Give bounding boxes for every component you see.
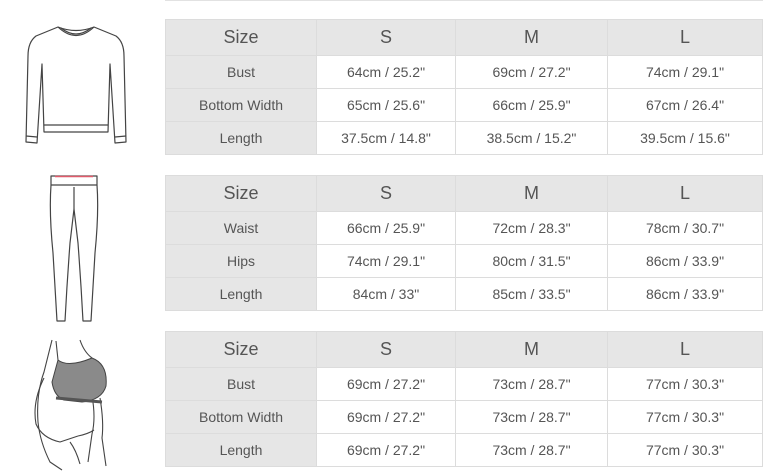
header-row: Size S M L (165, 19, 763, 56)
size-m-header: M (456, 19, 608, 56)
size-s-header: S (317, 19, 456, 56)
bottom-size-table: Size S M L Bust 69cm / 27.2" 73cm / 28.7… (165, 331, 763, 467)
row-label: Length (165, 278, 317, 311)
table-cell: 85cm / 33.5" (456, 278, 608, 311)
table-cell: 67cm / 26.4" (608, 89, 763, 122)
table-cell: 77cm / 30.3" (608, 401, 763, 434)
table-cell: 77cm / 30.3" (608, 368, 763, 401)
table-cell: 74cm / 29.1" (608, 56, 763, 89)
table-row: Length 84cm / 33" 85cm / 33.5" 86cm / 33… (165, 278, 763, 311)
size-l-header: L (608, 331, 763, 368)
table-cell: 72cm / 28.3" (456, 212, 608, 245)
table-row: Bottom Width 69cm / 27.2" 73cm / 28.7" 7… (165, 401, 763, 434)
table-cell: 66cm / 25.9" (456, 89, 608, 122)
size-m-header: M (456, 331, 608, 368)
size-header: Size (165, 175, 317, 212)
table-cell: 69cm / 27.2" (456, 56, 608, 89)
row-label: Length (165, 434, 317, 467)
sweatshirt-icon (20, 22, 132, 154)
table-row: Length 69cm / 27.2" 73cm / 28.7" 77cm / … (165, 434, 763, 467)
row-label: Bottom Width (165, 401, 317, 434)
table-row: Bottom Width 65cm / 25.6" 66cm / 25.9" 6… (165, 89, 763, 122)
size-l-header: L (608, 19, 763, 56)
row-label: Hips (165, 245, 317, 278)
table-row: Bust 64cm / 25.2" 69cm / 27.2" 74cm / 29… (165, 56, 763, 89)
table-cell: 69cm / 27.2" (317, 368, 456, 401)
table-cell: 86cm / 33.9" (608, 245, 763, 278)
table-cell: 64cm / 25.2" (317, 56, 456, 89)
sports-bra-figure-icon (22, 338, 124, 472)
top-divider (165, 0, 763, 1)
table-cell: 73cm / 28.7" (456, 401, 608, 434)
table-cell: 65cm / 25.6" (317, 89, 456, 122)
leggings-icon (48, 173, 100, 325)
size-m-header: M (456, 175, 608, 212)
row-label: Length (165, 122, 317, 155)
row-label: Waist (165, 212, 317, 245)
table-cell: 78cm / 30.7" (608, 212, 763, 245)
table-cell: 73cm / 28.7" (456, 368, 608, 401)
table-cell: 69cm / 27.2" (317, 401, 456, 434)
size-s-header: S (317, 331, 456, 368)
row-label: Bust (165, 368, 317, 401)
table-cell: 38.5cm / 15.2" (456, 122, 608, 155)
table-row: Waist 66cm / 25.9" 72cm / 28.3" 78cm / 3… (165, 212, 763, 245)
table-cell: 80cm / 31.5" (456, 245, 608, 278)
size-header: Size (165, 19, 317, 56)
header-row: Size S M L (165, 331, 763, 368)
table-cell: 84cm / 33" (317, 278, 456, 311)
size-header: Size (165, 331, 317, 368)
table-cell: 74cm / 29.1" (317, 245, 456, 278)
table-cell: 37.5cm / 14.8" (317, 122, 456, 155)
table-cell: 86cm / 33.9" (608, 278, 763, 311)
table-row: Length 37.5cm / 14.8" 38.5cm / 15.2" 39.… (165, 122, 763, 155)
header-row: Size S M L (165, 175, 763, 212)
row-label: Bust (165, 56, 317, 89)
table-cell: 73cm / 28.7" (456, 434, 608, 467)
size-l-header: L (608, 175, 763, 212)
table-row: Hips 74cm / 29.1" 80cm / 31.5" 86cm / 33… (165, 245, 763, 278)
size-s-header: S (317, 175, 456, 212)
row-label: Bottom Width (165, 89, 317, 122)
top-size-table: Size S M L Bust 64cm / 25.2" 69cm / 27.2… (165, 19, 763, 155)
middle-size-table: Size S M L Waist 66cm / 25.9" 72cm / 28.… (165, 175, 763, 311)
table-cell: 77cm / 30.3" (608, 434, 763, 467)
table-cell: 66cm / 25.9" (317, 212, 456, 245)
table-cell: 69cm / 27.2" (317, 434, 456, 467)
table-cell: 39.5cm / 15.6" (608, 122, 763, 155)
table-row: Bust 69cm / 27.2" 73cm / 28.7" 77cm / 30… (165, 368, 763, 401)
